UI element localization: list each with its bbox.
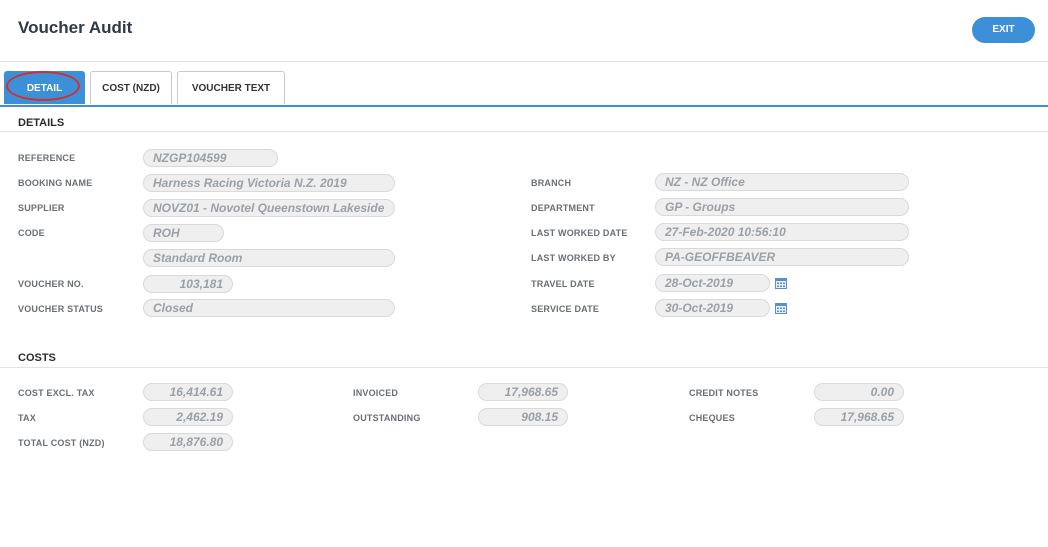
supplier-field[interactable]: NOVZ01 - Novotel Queenstown Lakeside xyxy=(143,199,395,217)
travel-date-field[interactable]: 28-Oct-2019 xyxy=(655,274,770,292)
branch-field[interactable]: NZ - NZ Office xyxy=(655,173,909,191)
last-worked-by-label: LAST WORKED BY xyxy=(531,253,616,263)
voucher-no-label: VOUCHER NO. xyxy=(18,279,84,289)
calendar-icon[interactable] xyxy=(775,302,787,314)
outstanding-label: OUTSTANDING xyxy=(353,413,421,423)
voucher-status-label: VOUCHER STATUS xyxy=(18,304,103,314)
tax-field[interactable]: 2,462.19 xyxy=(143,408,233,426)
department-field[interactable]: GP - Groups xyxy=(655,198,909,216)
code-label: CODE xyxy=(18,228,45,238)
booking-name-label: BOOKING NAME xyxy=(18,178,93,188)
total-cost-field[interactable]: 18,876.80 xyxy=(143,433,233,451)
department-label: DEPARTMENT xyxy=(531,203,595,213)
exit-button[interactable]: EXIT xyxy=(972,17,1035,43)
outstanding-field[interactable]: 908.15 xyxy=(478,408,568,426)
tab-bar: DETAIL COST (NZD) VOUCHER TEXT xyxy=(0,71,1048,107)
total-cost-label: TOTAL COST (NZD) xyxy=(18,438,105,448)
voucher-status-field[interactable]: Closed xyxy=(143,299,395,317)
cheques-label: CHEQUES xyxy=(689,413,735,423)
cheques-field[interactable]: 17,968.65 xyxy=(814,408,904,426)
costs-section-title: COSTS xyxy=(18,352,56,364)
tab-voucher-text[interactable]: VOUCHER TEXT xyxy=(177,71,285,104)
tab-cost-nzd[interactable]: COST (NZD) xyxy=(90,71,172,104)
code-field[interactable]: ROH xyxy=(143,224,224,242)
divider xyxy=(0,131,1048,132)
header-bar: Voucher Audit EXIT xyxy=(0,0,1048,62)
details-section-title: DETAILS xyxy=(18,117,65,129)
service-date-field[interactable]: 30-Oct-2019 xyxy=(655,299,770,317)
supplier-label: SUPPLIER xyxy=(18,203,65,213)
branch-label: BRANCH xyxy=(531,178,572,188)
last-worked-date-label: LAST WORKED DATE xyxy=(531,228,628,238)
invoiced-field[interactable]: 17,968.65 xyxy=(478,383,568,401)
invoiced-label: INVOICED xyxy=(353,388,399,398)
reference-label: REFERENCE xyxy=(18,153,76,163)
credit-notes-field[interactable]: 0.00 xyxy=(814,383,904,401)
travel-date-label: TRAVEL DATE xyxy=(531,279,595,289)
reference-field[interactable]: NZGP104599 xyxy=(143,149,278,167)
booking-name-field[interactable]: Harness Racing Victoria N.Z. 2019 xyxy=(143,174,395,192)
last-worked-date-field[interactable]: 27-Feb-2020 10:56:10 xyxy=(655,223,909,241)
cost-excl-tax-field[interactable]: 16,414.61 xyxy=(143,383,233,401)
service-date-label: SERVICE DATE xyxy=(531,304,600,314)
divider xyxy=(0,367,1048,368)
last-worked-by-field[interactable]: PA-GEOFFBEAVER xyxy=(655,248,909,266)
tab-detail[interactable]: DETAIL xyxy=(4,71,85,104)
credit-notes-label: CREDIT NOTES xyxy=(689,388,759,398)
calendar-icon[interactable] xyxy=(775,277,787,289)
voucher-no-field[interactable]: 103,181 xyxy=(143,275,233,293)
tax-label: TAX xyxy=(18,413,36,423)
cost-excl-tax-label: COST EXCL. TAX xyxy=(18,388,95,398)
code-description-field[interactable]: Standard Room xyxy=(143,249,395,267)
page-title: Voucher Audit xyxy=(18,18,133,37)
